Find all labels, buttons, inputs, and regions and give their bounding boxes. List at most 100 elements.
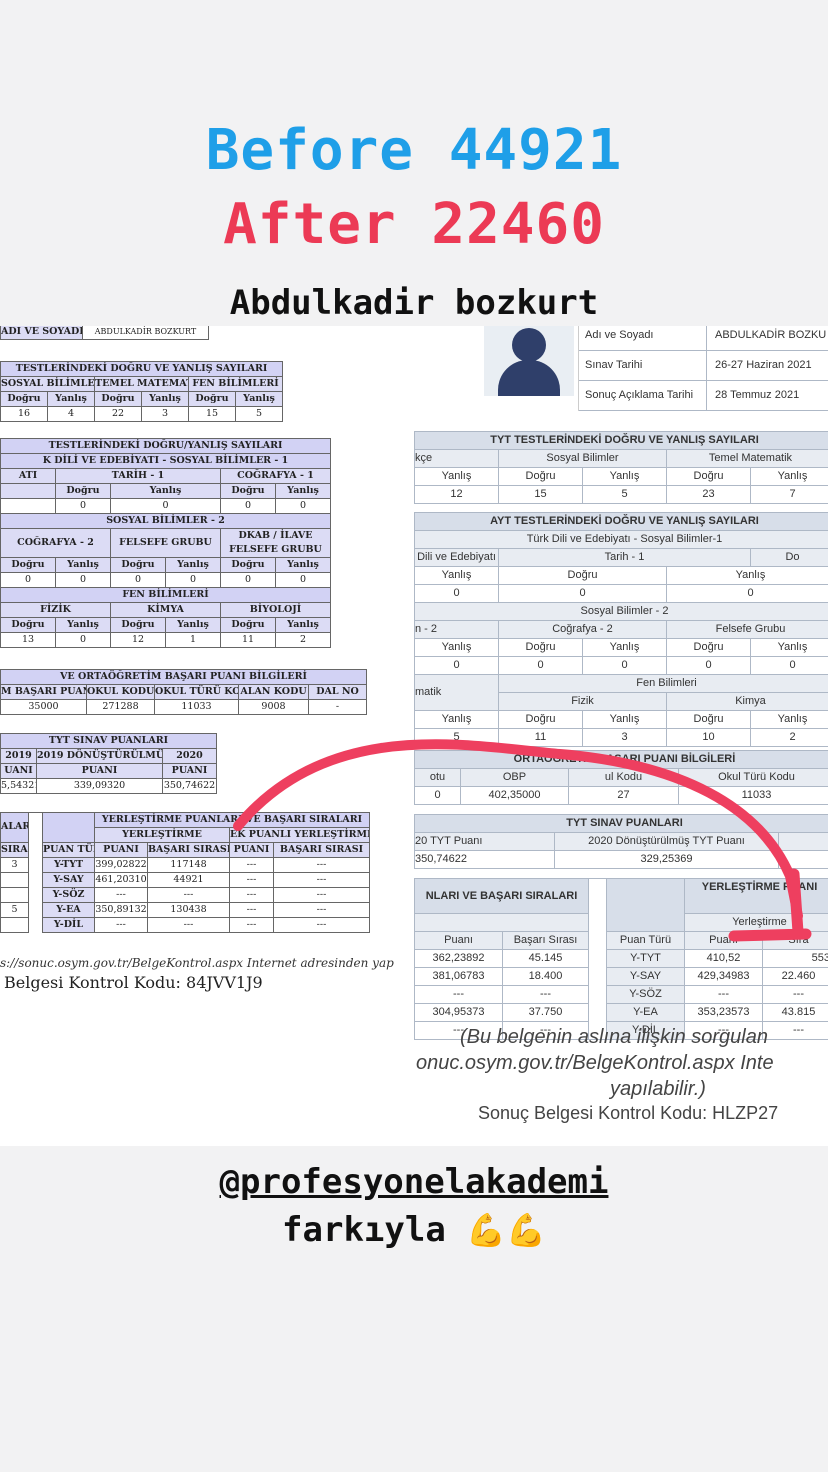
right-query-note-2: onuc.osym.gov.tr/BelgeKontrol.aspx Inte bbox=[416, 1052, 774, 1074]
table-title: YERLEŞTİRME PUANLARI VE BAŞARI SIRALARI bbox=[95, 813, 370, 828]
table-cell: --- bbox=[95, 918, 148, 933]
instagram-handle[interactable]: @profesyonelakademi bbox=[0, 1162, 828, 1202]
table-title: TYT SINAV PUANLARI bbox=[415, 815, 828, 833]
col-header: Doğru bbox=[1, 618, 56, 633]
left-obp-table: VE ORTAÖĞRETİM BAŞARI PUANI BİLGİLERİ M … bbox=[0, 669, 367, 715]
table-cell: 0 bbox=[111, 499, 221, 514]
col-header: Yanlış bbox=[415, 711, 499, 729]
table-cell: Y-SAY bbox=[607, 968, 685, 986]
table-cell: 0 bbox=[56, 633, 111, 648]
col-header: Puanı bbox=[415, 932, 503, 950]
col-header: PUANI bbox=[230, 843, 274, 858]
table-cell bbox=[779, 851, 828, 869]
col-header: Puan Türü bbox=[607, 932, 685, 950]
table-cell bbox=[1, 888, 29, 903]
table-cell: 0 bbox=[751, 657, 828, 675]
col-header: Doğru bbox=[111, 618, 166, 633]
table-cell: 13 bbox=[1, 633, 56, 648]
group-header: YERLEŞTİRME bbox=[95, 828, 230, 843]
caption: farkıyla 💪💪 bbox=[0, 1210, 828, 1250]
table-cell: 43.815 bbox=[763, 1004, 828, 1022]
table-cell bbox=[415, 914, 589, 932]
table-cell: 44921 bbox=[148, 873, 230, 888]
table-cell: 0 bbox=[415, 657, 499, 675]
col-header: Yanlış bbox=[415, 639, 499, 657]
table-cell: 0 bbox=[499, 585, 667, 603]
table-title: TYT TESTLERİNDEKİ DOĞRU VE YANLIŞ SAYILA… bbox=[415, 432, 828, 450]
table-cell: --- bbox=[148, 888, 230, 903]
table-cell: 4 bbox=[48, 407, 95, 422]
group-header: FİZİK bbox=[1, 603, 111, 618]
col-header: Okul Türü Kodu bbox=[679, 769, 828, 787]
name-label: ADI VE SOYADI bbox=[1, 326, 83, 340]
table-cell: 11033 bbox=[155, 700, 239, 715]
table-title: VE ORTAÖĞRETİM BAŞARI PUANI BİLGİLERİ bbox=[1, 670, 367, 685]
table-cell: 45.145 bbox=[503, 950, 589, 968]
col-header: Doğru bbox=[667, 711, 751, 729]
group-header: KİMYA bbox=[111, 603, 221, 618]
table-cell: 2 bbox=[751, 729, 828, 747]
table-cell: 16 bbox=[1, 407, 48, 422]
group-header: SOSYAL BİLİMLER bbox=[1, 377, 95, 392]
right-query-note-1: (Bu belgenin aslına ilişkin sorgulan bbox=[460, 1026, 768, 1048]
table-cell: --- bbox=[230, 903, 274, 918]
avatar-head bbox=[512, 328, 546, 362]
table-title: AYT TESTLERİNDEKİ DOĞRU VE YANLIŞ SAYILA… bbox=[415, 513, 828, 531]
group-header: Do bbox=[751, 549, 828, 567]
right-control-code: Sonuç Belgesi Kontrol Kodu: HLZP27 bbox=[478, 1103, 779, 1123]
table-cell: --- bbox=[95, 888, 148, 903]
table-title: TYT SINAV PUANLARI bbox=[1, 734, 217, 749]
table-cell: 3 bbox=[583, 729, 667, 747]
table-cell: --- bbox=[274, 873, 370, 888]
table-cell: --- bbox=[274, 858, 370, 873]
info-value: ABDULKADİR BOZKU bbox=[707, 326, 828, 351]
right-tyt-table: TYT TESTLERİNDEKİ DOĞRU VE YANLIŞ SAYILA… bbox=[414, 431, 828, 504]
table-cell: Y-SAY bbox=[43, 873, 95, 888]
col-header: Yanlış bbox=[56, 558, 111, 573]
col-header: Yanlış bbox=[583, 711, 667, 729]
col-header: PUANI bbox=[95, 843, 148, 858]
col-header: Yanlış bbox=[142, 392, 189, 407]
group-header: TARİH - 1 bbox=[56, 469, 221, 484]
col-header: Yanlış bbox=[751, 711, 828, 729]
info-value: 28 Temmuz 2021 bbox=[707, 381, 828, 411]
table-cell: --- bbox=[230, 858, 274, 873]
new-result-document: Adı ve Soyadı ABDULKADİR BOZKU Sınav Tar… bbox=[414, 326, 828, 1146]
right-info-block: Adı ve Soyadı ABDULKADİR BOZKU Sınav Tar… bbox=[578, 326, 828, 411]
col-header: Yanlış bbox=[166, 618, 221, 633]
table-cell: 0 bbox=[276, 573, 331, 588]
col-header: Puanı bbox=[685, 932, 763, 950]
group-header: DKAB / İLAVE FELSEFE GRUBU bbox=[221, 529, 331, 558]
table-cell: --- bbox=[685, 986, 763, 1004]
table-title: TESTLERİNDEKİ DOĞRU/YANLIŞ SAYILARI bbox=[1, 439, 331, 454]
group-header: Sosyal Bilimler bbox=[499, 450, 667, 468]
col-header bbox=[779, 833, 828, 851]
table-cell bbox=[1, 873, 29, 888]
after-score-headline: After 22460 bbox=[223, 192, 605, 257]
col-header: Doğru bbox=[221, 558, 276, 573]
right-ayt-table: AYT TESTLERİNDEKİ DOĞRU VE YANLIŞ SAYILA… bbox=[414, 512, 828, 747]
table-cell: 399,02822 bbox=[95, 858, 148, 873]
name-value: ABDULKADİR BOZKURT bbox=[83, 326, 209, 340]
table-cell: 0 bbox=[1, 573, 56, 588]
table-gap bbox=[29, 813, 43, 933]
group-header: Kimya bbox=[667, 693, 828, 711]
right-tyt-score-table: TYT SINAV PUANLARI 20 TYT Puanı 2020 Dön… bbox=[414, 814, 828, 869]
col-header bbox=[1, 484, 56, 499]
left-control-code: Belgesi Kontrol Kodu: 84JVV1J9 bbox=[4, 973, 263, 992]
table-cell: 0 bbox=[56, 499, 111, 514]
group-header: Temel Matematik bbox=[667, 450, 828, 468]
table-subtitle: Sosyal Bilimler - 2 bbox=[415, 603, 828, 621]
group-header: Coğrafya - 2 bbox=[499, 621, 667, 639]
table-cell: 5 bbox=[236, 407, 283, 422]
col-header: Yanlış bbox=[111, 484, 221, 499]
table-cell: --- bbox=[763, 986, 828, 1004]
table-cell: --- bbox=[230, 888, 274, 903]
table-cell bbox=[1, 918, 29, 933]
table-cell: 553 bbox=[763, 950, 828, 968]
col-header: Yanlış bbox=[583, 468, 667, 486]
left-url-note: s://sonuc.osym.gov.tr/BelgeKontrol.aspx … bbox=[0, 956, 394, 970]
table-cell: 3 bbox=[1, 858, 29, 873]
table-cell: 11 bbox=[499, 729, 583, 747]
table-cell: 429,34983 bbox=[685, 968, 763, 986]
